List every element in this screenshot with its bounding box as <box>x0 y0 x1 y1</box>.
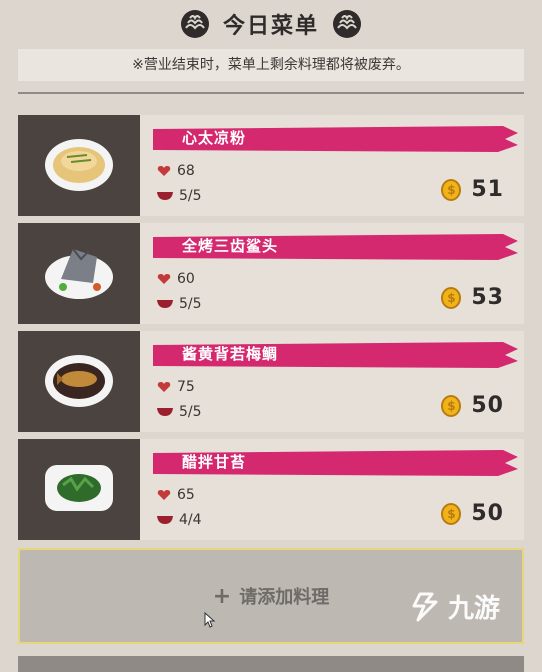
price-value: 50 <box>471 393 504 418</box>
dish-name: 酱黄背若梅鲷 <box>182 345 279 363</box>
dish-image <box>18 331 140 432</box>
shark-head-plate-icon <box>45 248 113 299</box>
dish-name: 全烤三齿鲨头 <box>182 237 279 255</box>
dish-card[interactable]: 酱黄背若梅鲷 75 5/5 $ 50 <box>18 331 524 432</box>
popularity-icon <box>157 382 171 392</box>
mouse-cursor-icon <box>204 612 216 628</box>
bowl-icon <box>157 516 173 524</box>
stock-stat: 4/4 <box>157 512 202 528</box>
stock-value: 5/5 <box>179 188 202 204</box>
stock-stat: 5/5 <box>157 188 202 204</box>
watermark-logo-icon <box>412 592 438 621</box>
plus-icon: + <box>212 583 232 609</box>
bowl-icon <box>157 192 173 200</box>
price: $ 50 <box>441 393 504 418</box>
watermark-text: 九游 <box>447 594 500 624</box>
stock-value: 5/5 <box>179 404 202 420</box>
price-value: 50 <box>471 501 504 526</box>
watermark: 九游 <box>410 588 500 625</box>
price-value: 51 <box>471 177 504 202</box>
next-slot-edge <box>18 656 524 672</box>
wave-emblem-icon <box>333 10 361 38</box>
dish-image <box>18 115 140 216</box>
seaweed-plate-icon <box>45 465 113 511</box>
bowl-icon <box>157 300 173 308</box>
divider <box>18 92 524 94</box>
price: $ 51 <box>441 177 504 202</box>
dish-image <box>18 223 140 324</box>
popularity-value: 68 <box>177 163 195 179</box>
coin-icon: $ <box>441 286 462 309</box>
price: $ 50 <box>441 501 504 526</box>
noodle-bowl-icon <box>45 139 113 191</box>
stock-stat: 5/5 <box>157 296 202 312</box>
popularity-stat: 75 <box>157 379 195 395</box>
menu-panel: 今日菜单 ※营业结束时，菜单上剩余料理都将被废弃。 心太凉粉 68 5/5 $ … <box>0 0 542 672</box>
stock-value: 5/5 <box>179 296 202 312</box>
popularity-value: 75 <box>177 379 195 395</box>
price-value: 53 <box>471 285 504 310</box>
menu-header: 今日菜单 <box>0 0 542 48</box>
coin-icon: $ <box>441 394 462 417</box>
stock-value: 4/4 <box>179 512 202 528</box>
popularity-stat: 60 <box>157 271 195 287</box>
notice-banner: ※营业结束时，菜单上剩余料理都将被废弃。 <box>18 49 524 81</box>
dish-card[interactable]: 全烤三齿鲨头 60 5/5 $ 53 <box>18 223 524 324</box>
stock-stat: 5/5 <box>157 404 202 420</box>
wave-emblem-icon <box>180 10 209 38</box>
popularity-icon <box>157 166 171 176</box>
dish-name: 醋拌甘苔 <box>182 453 247 471</box>
page-title: 今日菜单 <box>222 14 319 39</box>
dish-name: 心太凉粉 <box>182 129 247 147</box>
popularity-icon <box>157 274 171 284</box>
coin-icon: $ <box>441 502 462 525</box>
popularity-icon <box>157 490 171 500</box>
popularity-value: 60 <box>177 271 195 287</box>
add-dish-label: 请添加料理 <box>239 587 330 608</box>
braised-fish-plate-icon <box>45 355 113 407</box>
popularity-value: 65 <box>177 487 195 503</box>
dish-card[interactable]: 心太凉粉 68 5/5 $ 51 <box>18 115 524 216</box>
coin-icon: $ <box>441 178 462 201</box>
dish-image <box>18 439 140 540</box>
dish-card[interactable]: 醋拌甘苔 65 4/4 $ 50 <box>18 439 524 540</box>
price: $ 53 <box>441 285 504 310</box>
popularity-stat: 68 <box>157 163 195 179</box>
popularity-stat: 65 <box>157 487 195 503</box>
bowl-icon <box>157 408 173 416</box>
